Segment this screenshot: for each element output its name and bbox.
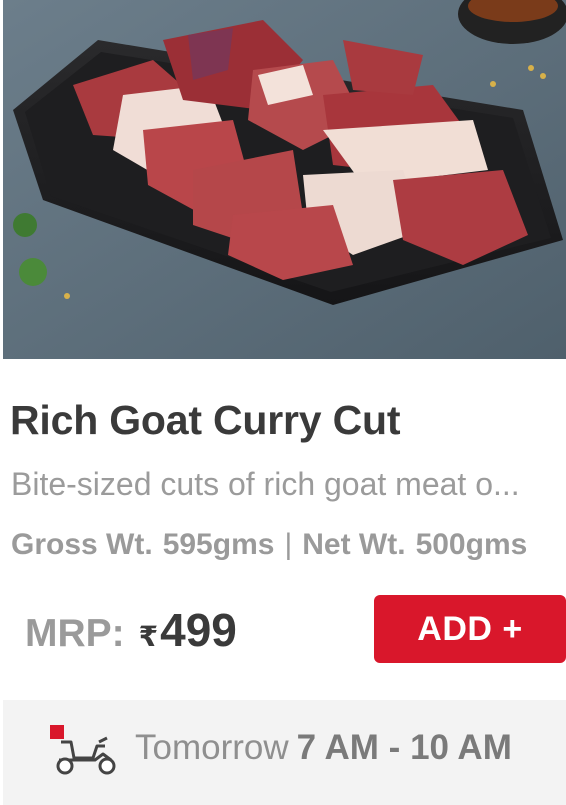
product-weights: Gross Wt. 595gms | Net Wt. 500gms (11, 528, 566, 562)
price-value: 499 (160, 604, 237, 656)
add-to-cart-button[interactable]: ADD + (374, 595, 566, 663)
gross-weight-value: 595gms (162, 528, 275, 561)
mrp-label: MRP: (25, 612, 125, 655)
delivery-text: Tomorrow 7 AM - 10 AM (135, 728, 512, 768)
weight-separator: | (284, 528, 293, 561)
product-photo (3, 0, 566, 359)
delivery-day: Tomorrow (135, 728, 289, 767)
gross-weight-label: Gross Wt. (11, 528, 153, 561)
scooter-delivery-icon (50, 725, 116, 775)
product-description: Bite-sized cuts of rich goat meat o... (11, 466, 520, 502)
product-title[interactable]: Rich Goat Curry Cut (10, 397, 560, 444)
rupee-icon: ₹ (138, 621, 159, 652)
price-row: MRP: ₹ 499 (25, 603, 237, 663)
net-weight-value: 500gms (415, 528, 528, 561)
net-weight-label: Net Wt. (302, 528, 406, 561)
product-image[interactable] (3, 0, 566, 359)
product-card[interactable]: Rich Goat Curry Cut Bite-sized cuts of r… (0, 0, 566, 805)
delivery-time-slot: 7 AM - 10 AM (296, 728, 512, 767)
